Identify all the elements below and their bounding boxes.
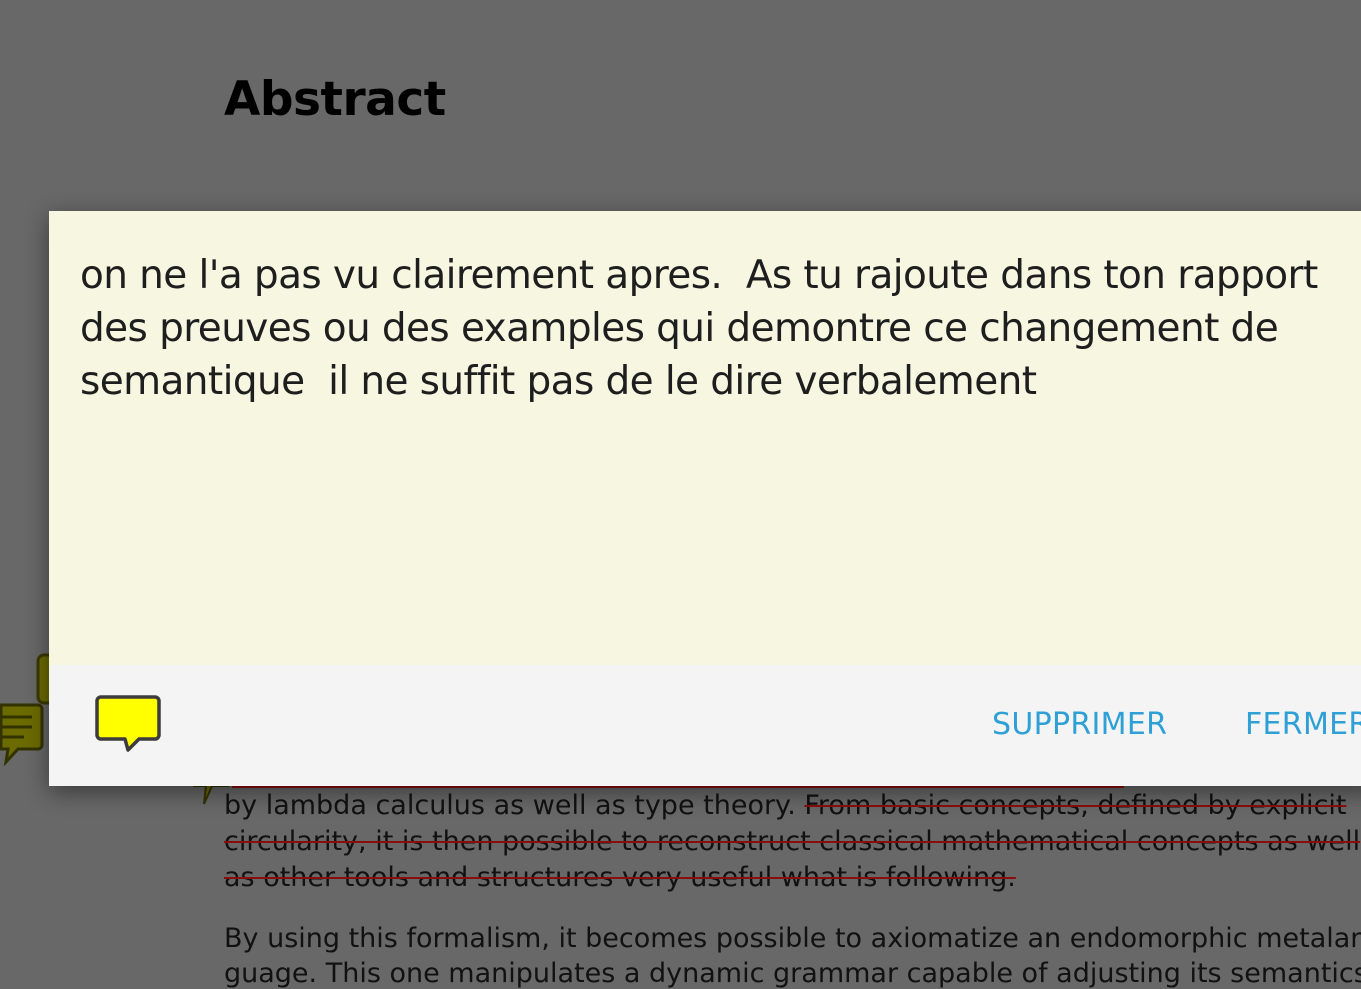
doc-text: By using this formalism, it becomes poss… (224, 923, 1361, 954)
dialog-footer: SUPPRIMER FERMER (49, 665, 1361, 786)
close-button[interactable]: FERMER (1245, 707, 1361, 742)
struck-text: From basic concepts, defined by explicit (804, 790, 1347, 821)
doc-text: guage. This one manipulates a dynamic gr… (224, 958, 1361, 989)
doc-text: by lambda calculus as well as type theor… (224, 790, 805, 821)
struck-text: circularity, it is then possible to reco… (224, 826, 1361, 857)
delete-button[interactable]: SUPPRIMER (992, 707, 1167, 742)
comment-text[interactable]: on ne l'a pas vu clairement apres. As tu… (80, 249, 1361, 408)
abstract-heading: Abstract (224, 72, 446, 127)
doc-line-2: circularity, it is then possible to reco… (224, 826, 1360, 857)
comment-dialog: on ne l'a pas vu clairement apres. As tu… (49, 211, 1361, 786)
doc-line-1: by lambda calculus as well as type theor… (224, 790, 1347, 821)
strike-mark (232, 786, 1124, 788)
doc-line-5: guage. This one manipulates a dynamic gr… (224, 958, 1361, 989)
doc-line-3: as other tools and structures very usefu… (224, 862, 1016, 893)
comment-body[interactable]: on ne l'a pas vu clairement apres. As tu… (49, 211, 1361, 665)
doc-line-4: By using this formalism, it becomes poss… (224, 923, 1361, 954)
struck-text: as other tools and structures very usefu… (224, 862, 1016, 893)
speech-bubble-icon[interactable] (95, 695, 161, 753)
